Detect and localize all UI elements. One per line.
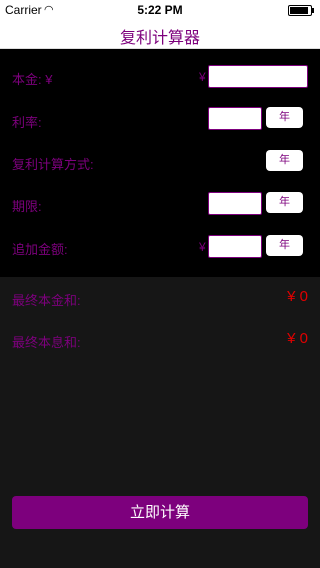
input-form: 本金: ¥ ¥ 利率: 年 复利计算方式: 年 期限: 年 追加金额: ¥ 年	[0, 49, 320, 277]
final-total-label: 最终本金和:	[12, 293, 81, 308]
term-input[interactable]	[208, 192, 262, 215]
status-bar: Carrier ◠ 5:22 PM	[0, 0, 320, 20]
principal-currency-label: ¥	[199, 70, 206, 84]
battery-icon	[288, 5, 314, 16]
extra-currency-label: ¥	[199, 240, 206, 254]
compound-method-button[interactable]: 年	[266, 150, 303, 171]
battery-fill	[290, 7, 308, 14]
term-label: 期限:	[12, 199, 42, 214]
status-time: 5:22 PM	[137, 3, 183, 17]
extra-amount-label: 追加金额:	[12, 242, 68, 257]
extra-unit-button[interactable]: 年	[266, 235, 303, 256]
principal-label: 本金: ¥	[12, 72, 53, 87]
extra-amount-input[interactable]	[208, 235, 262, 258]
rate-unit-button[interactable]: 年	[266, 107, 303, 128]
final-interest-label: 最终本息和:	[12, 335, 81, 350]
final-interest-value: ¥ 0	[287, 330, 308, 347]
term-unit-button[interactable]: 年	[266, 192, 303, 213]
navigation-bar: 复利计算器	[0, 20, 320, 49]
rate-input[interactable]	[208, 107, 262, 130]
final-total-value: ¥ 0	[287, 288, 308, 305]
compound-method-label: 复利计算方式:	[12, 157, 94, 172]
calculate-button[interactable]: 立即计算	[12, 496, 308, 529]
rate-label: 利率:	[12, 115, 42, 130]
page-title: 复利计算器	[119, 30, 200, 47]
principal-input[interactable]	[208, 65, 308, 88]
